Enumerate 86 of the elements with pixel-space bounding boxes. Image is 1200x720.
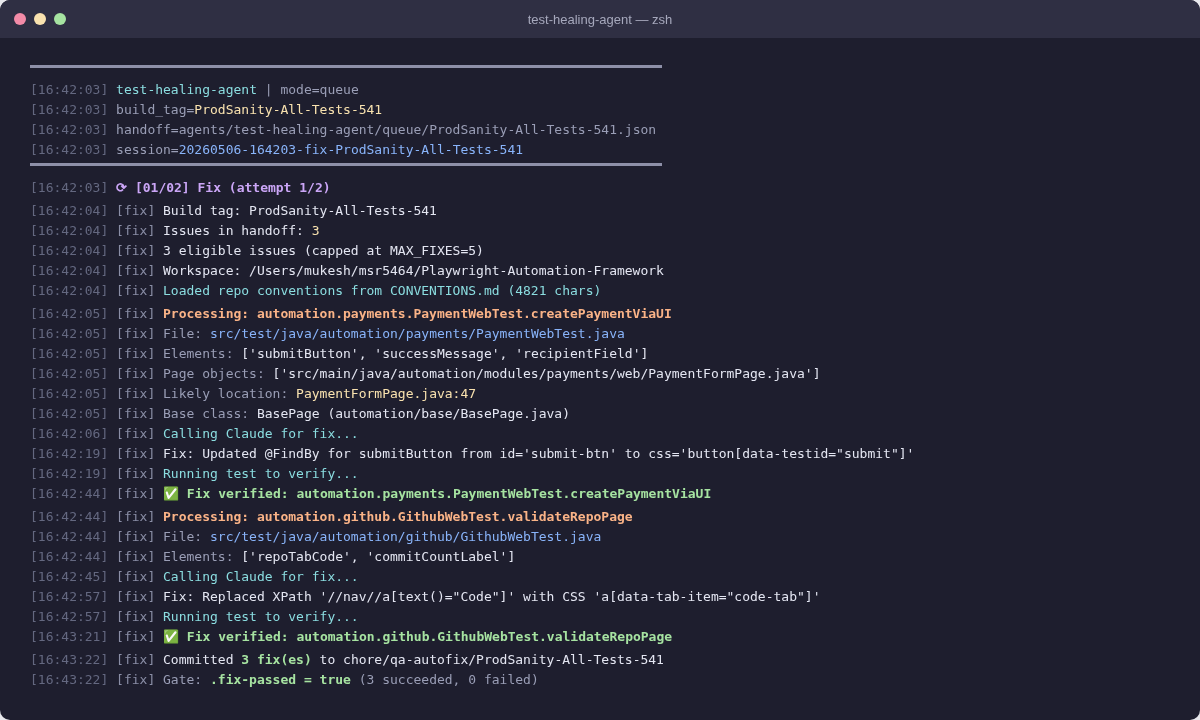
log-tag: [fix]: [116, 384, 156, 404]
log-message: Elements: ['submitButton', 'successMessage', 'recipientField']: [163, 345, 649, 363]
log-timestamp: [16:42:05]: [30, 365, 109, 383]
log-tag: [fix]: [116, 650, 156, 670]
zoom-button[interactable]: [54, 13, 66, 25]
log-tag: [fix]: [116, 261, 156, 281]
log-timestamp: [16:42:45]: [30, 568, 109, 586]
window-title: test-healing-agent — zsh: [527, 11, 673, 27]
log-tag: [fix]: [116, 670, 156, 690]
close-button[interactable]: [14, 13, 26, 25]
log-timestamp: [16:42:04]: [30, 202, 109, 220]
log-tag: [fix]: [116, 364, 156, 384]
log-timestamp: [16:42:05]: [30, 305, 109, 323]
log-timestamp: [16:42:03]: [30, 141, 109, 159]
log-timestamp: [16:42:03]: [30, 81, 109, 99]
log-message: Fix: Updated @FindBy for submitButton from id='submit-btn' to css='button[data-testid="submit"]': [163, 445, 915, 463]
log-message: Workspace: /Users/mukesh/msr5464/Playwright-Automation-Framework: [163, 262, 664, 280]
log-message: Page objects: ['src/main/java/automation/modules/payments/web/PaymentFormPage.java']: [163, 365, 821, 383]
log-message: handoff=agents/test-healing-agent/queue/ProdSanity-All-Tests-541.json: [116, 121, 657, 139]
log-message: Build tag: ProdSanity-All-Tests-541: [163, 202, 437, 220]
log-timestamp: [16:42:05]: [30, 405, 109, 423]
log-message: test-healing-agent | mode=queue: [116, 81, 359, 99]
log-message: Gate: .fix-passed = true (3 succeeded, 0 failed): [163, 671, 539, 689]
log-timestamp: [16:42:44]: [30, 485, 109, 503]
log-tag: [fix]: [116, 344, 156, 364]
log-message: ⟳ [01/02] Fix (attempt 1/2): [116, 179, 331, 197]
log-tag: [fix]: [116, 464, 156, 484]
log-tag: [fix]: [116, 607, 156, 627]
log-timestamp: [16:42:04]: [30, 222, 109, 240]
log-timestamp: [16:42:57]: [30, 608, 109, 626]
log-message: Calling Claude for fix...: [163, 568, 359, 586]
log-message: 3 eligible issues (capped at MAX_FIXES=5): [163, 242, 484, 260]
log-tag: [fix]: [116, 324, 156, 344]
log-message: Running test to verify...: [163, 608, 359, 626]
log-timestamp: [16:42:05]: [30, 325, 109, 343]
log-tag: [fix]: [116, 404, 156, 424]
log-tag: [fix]: [116, 547, 156, 567]
log-message: session=20260506-164203-fix-ProdSanity-All-Tests-541: [116, 141, 524, 159]
log-message: File: src/test/java/automation/payments/PaymentWebTest.java: [163, 325, 625, 343]
log-message: Loaded repo conventions from CONVENTIONS.md (4821 chars): [163, 282, 602, 300]
log-tag: [fix]: [116, 444, 156, 464]
log-message: Processing: automation.payments.PaymentWebTest.createPaymentViaUI: [163, 305, 672, 323]
log-message: Base class: BasePage (automation/base/BasePage.java): [163, 405, 570, 423]
log-message: Likely location: PaymentFormPage.java:47: [163, 385, 477, 403]
log-timestamp: [16:42:05]: [30, 385, 109, 403]
log-message: Processing: automation.github.GithubWebTest.validateRepoPage: [163, 508, 633, 526]
log-tag: [fix]: [116, 304, 156, 324]
log-message: File: src/test/java/automation/github/GithubWebTest.java: [163, 528, 602, 546]
log-timestamp: [16:42:04]: [30, 262, 109, 280]
log-tag: [fix]: [116, 587, 156, 607]
log-timestamp: [16:42:04]: [30, 282, 109, 300]
log-timestamp: [16:42:44]: [30, 508, 109, 526]
log-message: Calling Claude for fix...: [163, 425, 359, 443]
log-tag: [fix]: [116, 221, 156, 241]
log-tag: [fix]: [116, 507, 156, 527]
log-tag: [fix]: [116, 424, 156, 444]
log-message: Committed 3 fix(es) to chore/qa-autofix/ProdSanity-All-Tests-541: [163, 651, 664, 669]
log-tag: [fix]: [116, 484, 156, 504]
log-timestamp: [16:42:05]: [30, 345, 109, 363]
log-message: Running test to verify...: [163, 465, 359, 483]
log-tag: [fix]: [116, 201, 156, 221]
log-timestamp: [16:42:44]: [30, 548, 109, 566]
log-timestamp: [16:42:03]: [30, 121, 109, 139]
log-timestamp: [16:43:22]: [30, 651, 109, 669]
log-tag: [fix]: [116, 627, 156, 647]
log-message: build_tag=ProdSanity-All-Tests-541: [116, 101, 383, 119]
log-timestamp: [16:43:21]: [30, 628, 109, 646]
log-tag: [fix]: [116, 241, 156, 261]
log-message: ✅ Fix verified: automation.payments.PaymentWebTest.createPaymentViaUI: [163, 485, 712, 503]
log-timestamp: [16:43:22]: [30, 671, 109, 689]
log-timestamp: [16:42:57]: [30, 588, 109, 606]
log-message: Fix: Replaced XPath '//nav//a[text()="Code"]' with CSS 'a[data-tab-item="code-tab"]': [163, 588, 821, 606]
log-timestamp: [16:42:06]: [30, 425, 109, 443]
log-timestamp: [16:42:04]: [30, 242, 109, 260]
minimize-button[interactable]: [34, 13, 46, 25]
log-timestamp: [16:42:03]: [30, 179, 109, 197]
log-timestamp: [16:42:44]: [30, 528, 109, 546]
log-timestamp: [16:42:19]: [30, 445, 109, 463]
log-message: Elements: ['repoTabCode', 'commitCountLabel']: [163, 548, 516, 566]
log-message: ✅ Fix verified: automation.github.GithubWebTest.validateRepoPage: [163, 628, 673, 646]
log-timestamp: [16:42:03]: [30, 101, 109, 119]
log-tag: [fix]: [116, 527, 156, 547]
log-tag: [fix]: [116, 281, 156, 301]
log-message: Issues in handoff: 3: [163, 222, 320, 240]
log-timestamp: [16:42:19]: [30, 465, 109, 483]
log-tag: [fix]: [116, 567, 156, 587]
